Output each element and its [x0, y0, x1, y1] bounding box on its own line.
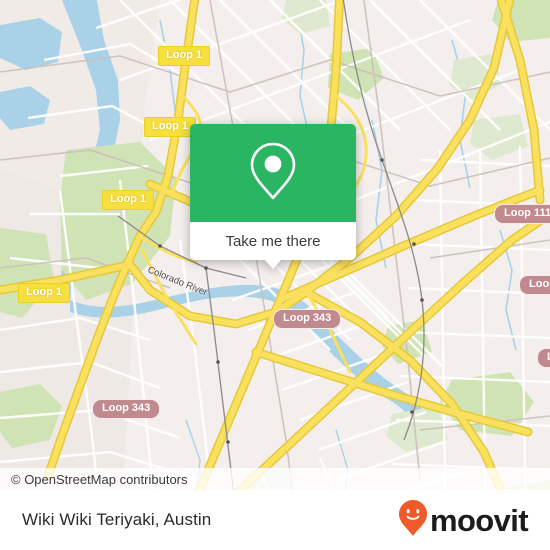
take-me-there-button[interactable]: Take me there [190, 222, 356, 269]
map-screenshot: Colorado River Loop 1 Loop 1 Loop 1 Loop 1L… [0, 0, 550, 550]
road-shield: Loop 1 [144, 117, 197, 137]
moovit-wordmark: moovit [429, 502, 529, 538]
road-shield: Loop 343 [273, 309, 342, 329]
place-title: Wiki Wiki Teriyaki, Austin [22, 510, 212, 529]
osm-attribution-bar: © OpenStreetMap contributors [0, 468, 550, 490]
road-shield: L [537, 348, 550, 368]
moovit-pin-smiley-icon [398, 499, 428, 542]
moovit-logo[interactable]: moovit [398, 499, 529, 542]
place-popup[interactable]: Take me there [190, 124, 356, 269]
road-shield: Loop 343 [92, 399, 161, 419]
popup-photo [190, 124, 356, 222]
road-shield: Loop [519, 275, 550, 295]
map-pin-icon [247, 140, 299, 207]
popup-pointer-tail [264, 259, 282, 269]
road-shield: Loop 1 [158, 46, 211, 66]
footer-bar: Wiki Wiki Teriyaki, Austin moovit [0, 490, 550, 550]
take-me-there-label: Take me there [225, 232, 321, 250]
road-shield: Loop 1 [18, 283, 71, 303]
osm-attribution-text: © OpenStreetMap contributors [11, 471, 188, 487]
road-shield: Loop 1 [102, 190, 155, 210]
road-shield: Loop 111 [494, 204, 550, 224]
